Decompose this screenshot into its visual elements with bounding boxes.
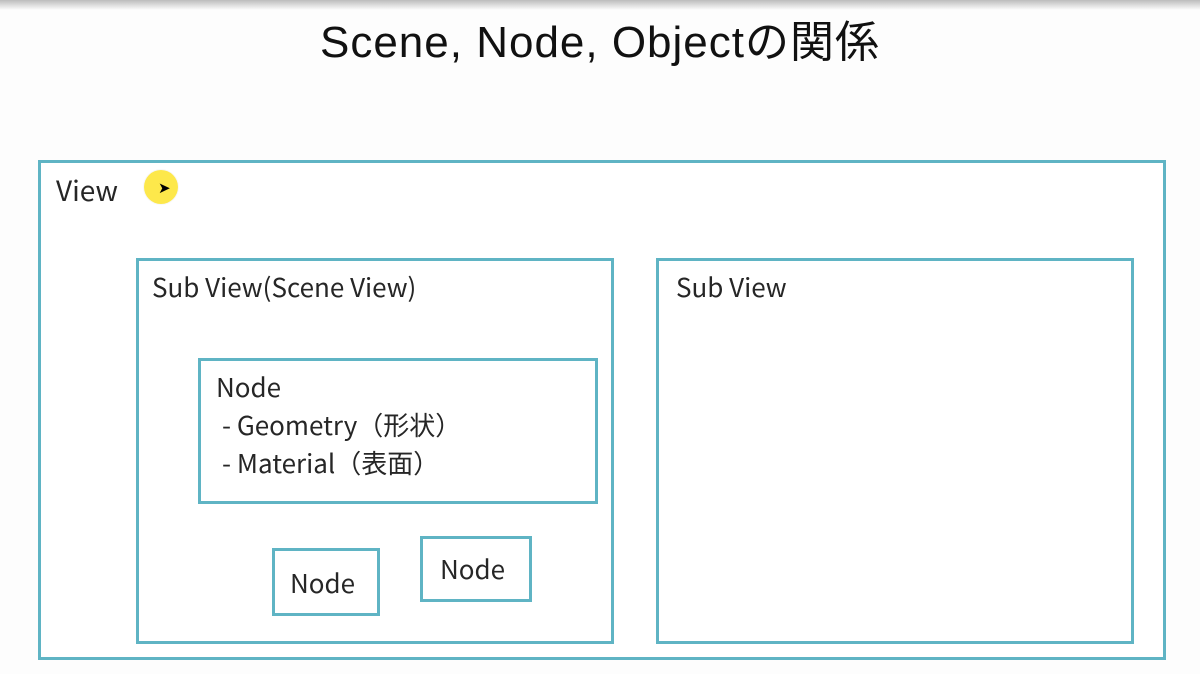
node-main-line2: - Material（表面） [222,444,439,482]
slide-title: Scene, Node, Objectの関係 [0,6,1200,70]
node-small-2-label: Node [440,550,505,588]
subview-scene-label: Sub View(Scene View) [152,268,416,306]
subview-right-label: Sub View [676,268,787,306]
cursor-highlight-icon [144,170,178,204]
node-main-line1: - Geometry（形状） [222,406,461,444]
node-main-title: Node [216,368,281,406]
node-small-1-label: Node [290,564,355,602]
subview-right-box [656,258,1134,644]
view-label: View [56,170,118,211]
